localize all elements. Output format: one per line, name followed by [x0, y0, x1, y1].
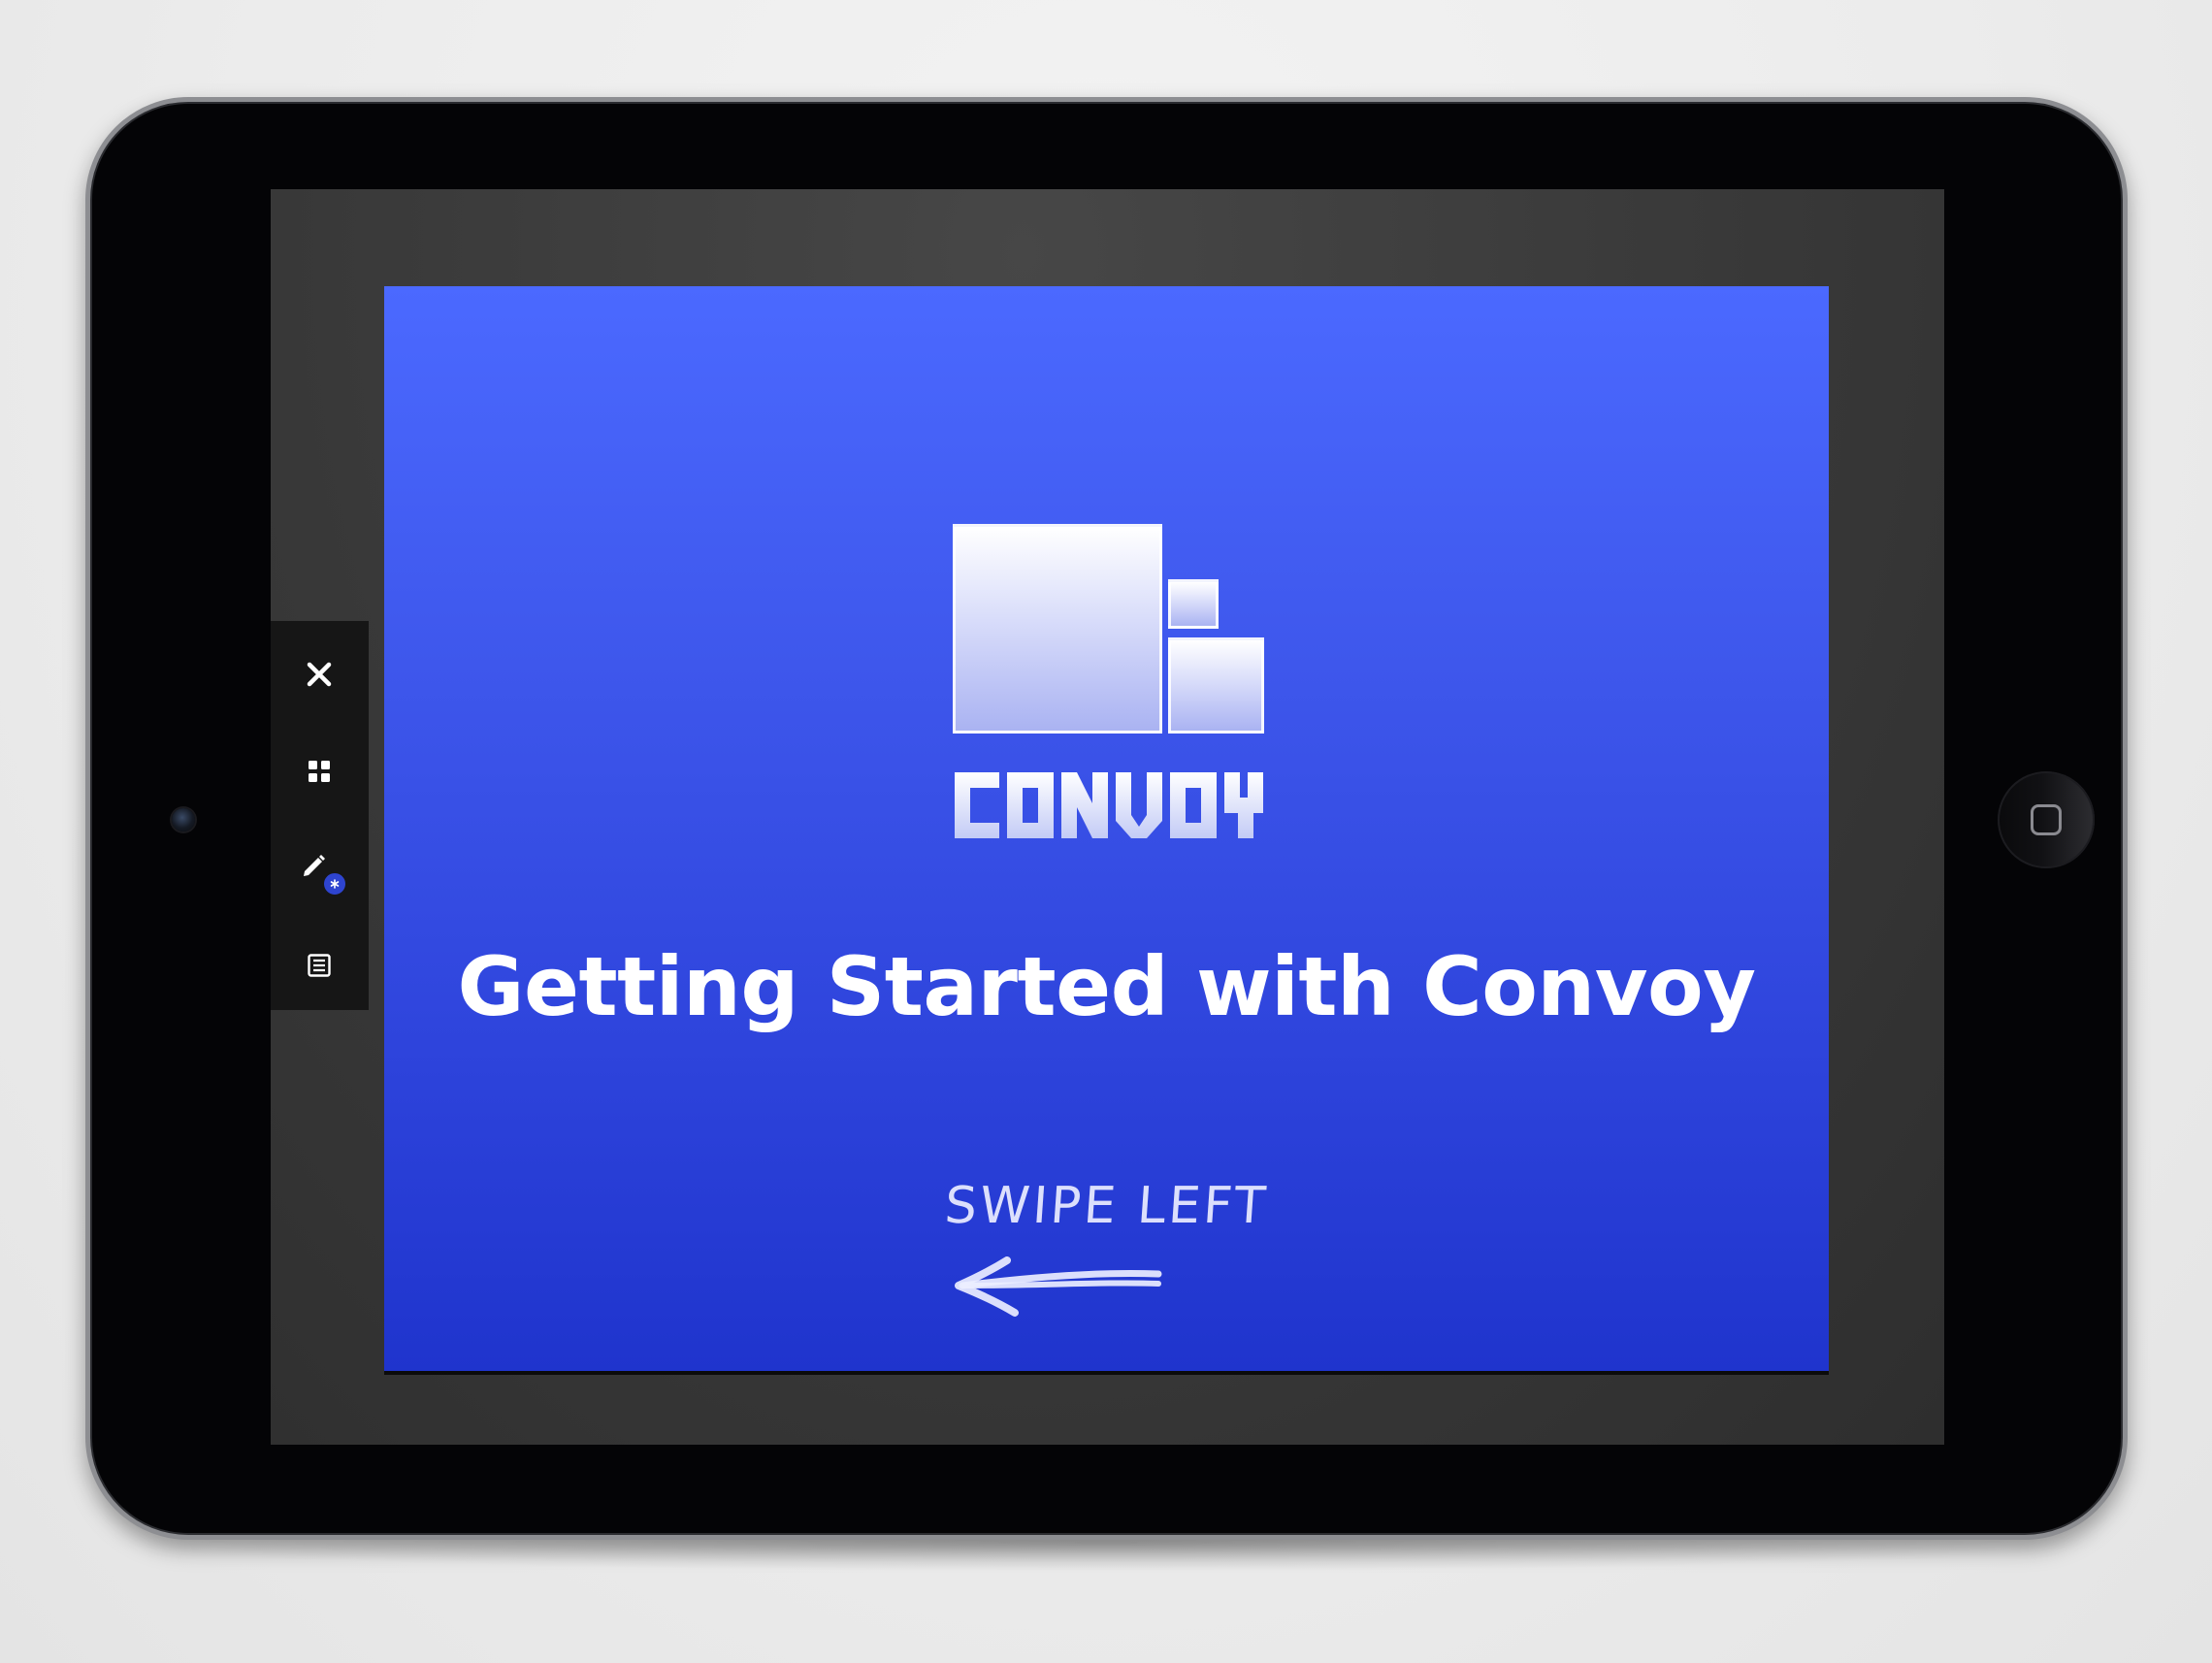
logo-medium-square: [1168, 637, 1264, 734]
close-button[interactable]: [290, 645, 348, 703]
grid-icon: [309, 761, 330, 782]
arrow-left-icon: [955, 1256, 1162, 1317]
grid-view-button[interactable]: [290, 742, 348, 800]
swipe-hint-text: SWIPE LEFT: [942, 1177, 1271, 1235]
annotate-button[interactable]: [290, 839, 348, 897]
close-icon: [307, 662, 332, 687]
screen: Getting Started with Convoy SWIPE LEFT: [271, 189, 1944, 1445]
home-square-icon: [2031, 804, 2062, 835]
logo-small-square: [1168, 579, 1219, 629]
logo-large-square: [953, 524, 1162, 734]
slide-title: Getting Started with Convoy: [457, 939, 1756, 1034]
logo-wordmark: [955, 772, 1263, 838]
convoy-logo: [953, 524, 1265, 838]
list-icon: [308, 954, 331, 977]
side-toolbar: [271, 621, 369, 1010]
annotate-badge: [322, 871, 347, 897]
pencil-icon: [304, 855, 325, 876]
notes-button[interactable]: [290, 936, 348, 995]
asterisk-icon: [330, 879, 340, 889]
slide[interactable]: Getting Started with Convoy SWIPE LEFT: [384, 286, 1829, 1371]
camera-icon: [172, 808, 195, 832]
home-button[interactable]: [1998, 771, 2095, 868]
